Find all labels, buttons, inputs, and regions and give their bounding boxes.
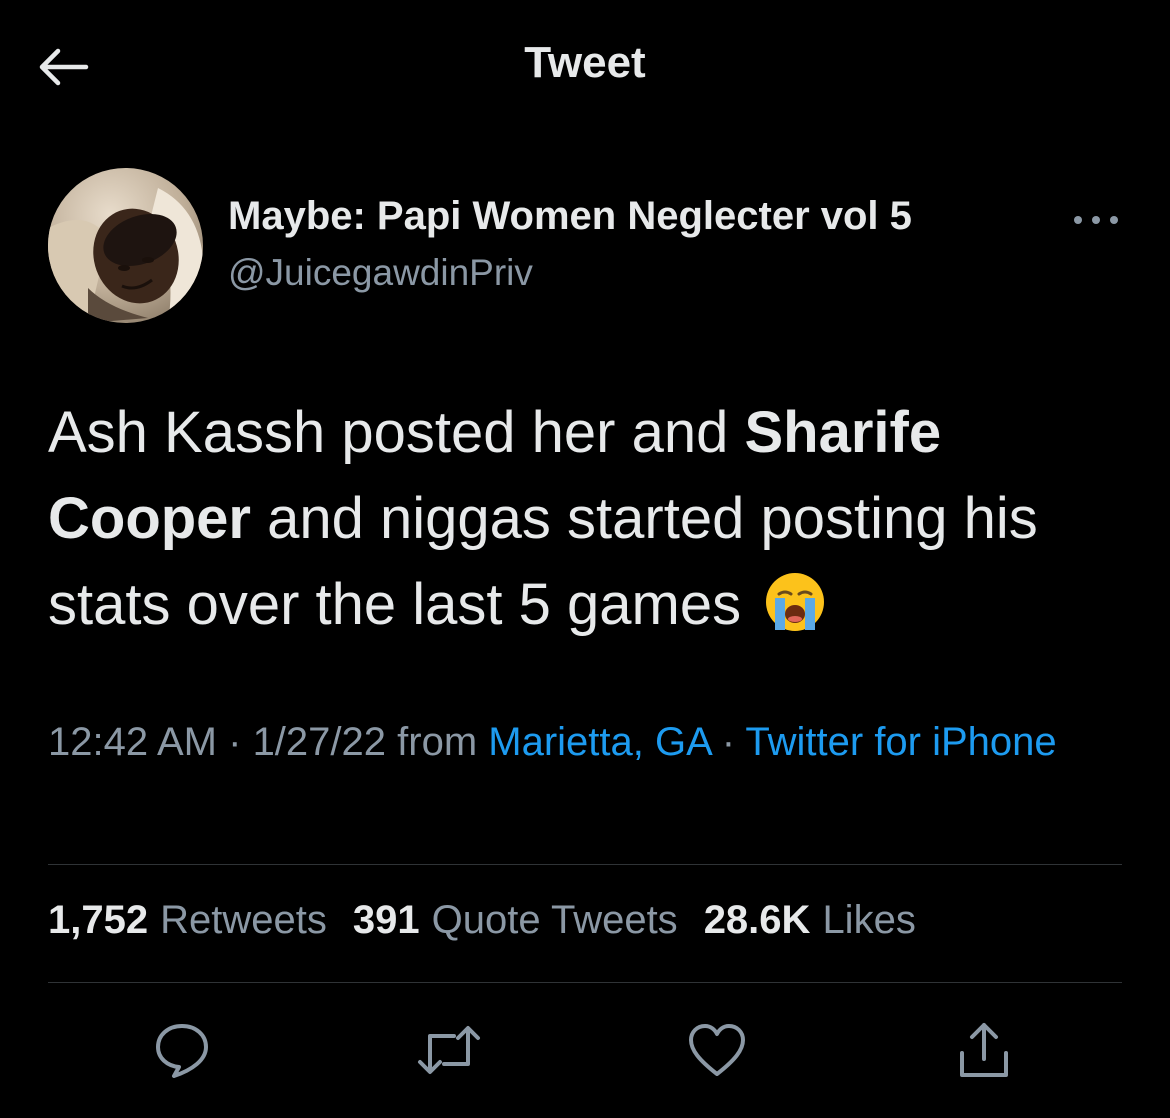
quote-tweets-label: Quote Tweets [431,898,678,942]
likes-stat[interactable]: 28.6K Likes [704,898,916,942]
reply-button[interactable] [147,1015,217,1085]
author-name[interactable]: Maybe: Papi Women Neglecter vol 5 [228,194,912,239]
retweets-label: Retweets [160,898,327,942]
separator: · [217,720,253,764]
tweet-date: 1/27/22 [252,720,387,764]
avatar[interactable] [48,168,203,323]
author-handle[interactable]: @JuicegawdinPriv [228,252,533,294]
share-button[interactable] [949,1015,1019,1085]
divider [48,982,1122,983]
profile-photo [48,168,203,323]
from-text: from [386,720,489,764]
quote-tweets-stat[interactable]: 391 Quote Tweets [353,898,678,942]
quote-tweets-count: 391 [352,898,420,942]
divider [48,864,1122,865]
top-bar: Tweet [0,0,1170,135]
action-bar [0,1015,1170,1085]
tweet-text-part: Ash Kassh posted her and [48,400,745,465]
source-link[interactable]: Twitter for iPhone [745,720,1056,764]
likes-label: Likes [822,898,916,942]
heart-icon [689,1024,745,1076]
retweet-icon [418,1026,480,1074]
more-options-button[interactable] [1066,200,1126,240]
loudly-crying-face-icon [763,570,827,658]
engagement-stats: 1,752 Retweets 391 Quote Tweets 28.6K Likes [48,898,942,943]
retweet-button[interactable] [414,1015,484,1085]
tweet-time: 12:42 AM [48,720,218,764]
tweet-metadata: 12:42 AM · 1/27/22 from Marietta, GA · T… [48,712,1108,772]
share-icon [960,1023,1008,1077]
reply-icon [156,1024,208,1078]
location-link[interactable]: Marietta, GA [488,720,710,764]
retweets-stat[interactable]: 1,752 Retweets [48,898,327,942]
likes-count: 28.6K [703,898,811,942]
more-horizontal-icon [1074,216,1118,224]
separator: · [710,720,746,764]
retweets-count: 1,752 [48,898,149,942]
page-title: Tweet [524,38,646,87]
like-button[interactable] [682,1015,752,1085]
tweet-text: Ash Kassh posted her and Sharife Cooper … [48,390,1128,658]
